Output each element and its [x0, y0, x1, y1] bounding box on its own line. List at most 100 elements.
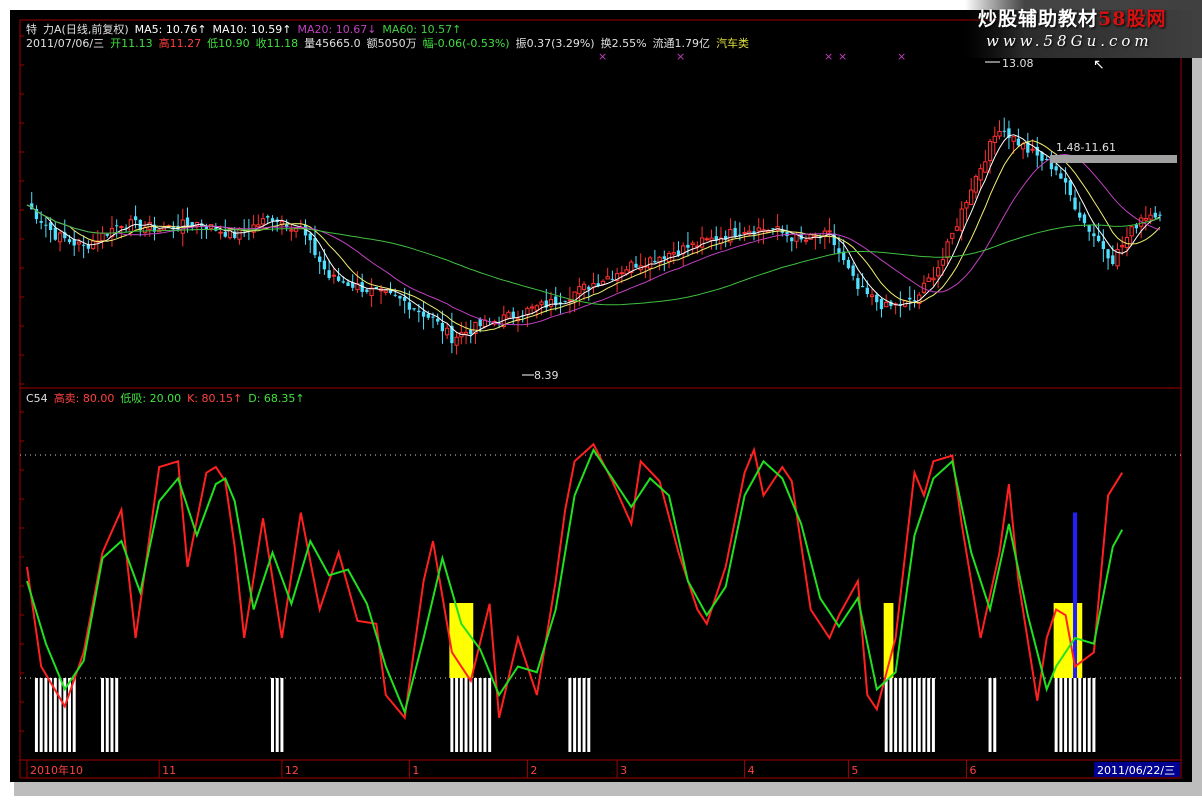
candle-body — [577, 286, 582, 295]
white-signal-bar — [464, 678, 468, 752]
white-signal-bar — [1087, 678, 1091, 752]
candle-body — [44, 224, 48, 226]
event-marker[interactable]: × — [824, 50, 833, 63]
event-marker[interactable]: × — [897, 50, 906, 63]
candle-body — [270, 218, 275, 221]
event-marker[interactable]: × — [598, 50, 607, 63]
time-axis-label: 11 — [162, 764, 176, 777]
candle-body — [690, 242, 695, 246]
candle-body — [699, 237, 705, 248]
white-signal-bar — [44, 678, 48, 752]
candle-body — [1092, 233, 1096, 237]
candle-body — [1068, 180, 1072, 196]
candle-body — [1011, 136, 1016, 142]
candle-body — [81, 244, 86, 246]
white-signal-bar — [573, 678, 577, 752]
white-signal-bar — [993, 678, 997, 752]
candle-body — [563, 300, 567, 302]
watermark-title: 炒股辅助教材58股网 — [978, 4, 1166, 31]
candle-body — [619, 272, 624, 275]
yellow-signal-bar — [888, 603, 894, 678]
white-signal-bar — [469, 678, 473, 752]
mouse-cursor-icon: ↖ — [1093, 56, 1105, 72]
event-marker[interactable]: × — [676, 50, 685, 63]
event-marker[interactable]: × — [838, 50, 847, 63]
white-signal-bar — [577, 678, 581, 752]
candle-body — [417, 310, 421, 313]
candle-body — [926, 277, 931, 282]
candle-body — [997, 130, 1002, 137]
candle-body — [1073, 197, 1077, 210]
white-signal-bar — [275, 678, 279, 752]
candle-body — [794, 234, 799, 242]
cursor-date-label: 2011/06/22/三 — [1097, 764, 1175, 777]
candle-body — [266, 216, 270, 218]
candle-body — [260, 218, 266, 225]
candle-body — [567, 299, 573, 302]
header-line-2-item-1: 开11.13 — [110, 37, 153, 50]
candle-body — [875, 294, 879, 303]
blue-signal-bar — [1073, 512, 1078, 678]
white-signal-bar — [1092, 678, 1096, 752]
white-signal-bar — [898, 678, 902, 752]
time-axis-label: 2010年10 — [30, 763, 83, 777]
header-line-2-item-5: 量45665.0 — [304, 37, 361, 50]
white-signal-bar — [478, 678, 482, 752]
watermark-title-prefix: 炒股辅助教材 — [978, 8, 1099, 30]
white-signal-bar — [115, 678, 119, 752]
white-signal-bar — [455, 678, 459, 752]
candle-body — [39, 221, 43, 223]
kdj-header-item-0: C54 — [26, 392, 48, 405]
candle-body — [733, 227, 737, 237]
candle-body — [1124, 237, 1130, 249]
header-line-2-item-4: 收11.18 — [256, 36, 299, 50]
candle-body — [308, 233, 312, 241]
candle-body — [67, 239, 72, 243]
candle-body — [454, 336, 459, 346]
header-line-2-item-0: 2011/07/06/三 — [26, 37, 104, 50]
white-signal-bar — [488, 678, 492, 752]
time-axis-label: 2 — [530, 764, 537, 777]
candle-body — [969, 189, 974, 205]
candle-body — [959, 208, 964, 231]
candle-body — [983, 161, 988, 173]
header-line-1-item-4: MA20: 10.67↓ — [297, 23, 376, 36]
candle-body — [445, 327, 450, 336]
candle-body — [1002, 130, 1006, 132]
candle-body — [1106, 249, 1110, 259]
candle-body — [662, 256, 666, 259]
candle-body — [313, 238, 317, 256]
time-axis-label: 6 — [969, 764, 976, 777]
white-signal-bar — [931, 678, 935, 752]
candle-body — [846, 259, 851, 269]
header-line-2-item-10: 流通1.79亿 — [653, 36, 711, 50]
white-signal-bar — [922, 678, 926, 752]
candle-body — [407, 302, 412, 310]
white-signal-bar — [483, 678, 487, 752]
white-signal-bar — [908, 678, 912, 752]
header-line-2-item-9: 换2.55% — [601, 36, 647, 50]
candle-body — [53, 227, 57, 240]
candle-body — [1082, 214, 1087, 224]
candle-body — [289, 229, 294, 232]
candle-body — [327, 270, 331, 279]
candle-body — [1063, 178, 1068, 183]
low-price-label: 8.39 — [534, 369, 559, 382]
chart-canvas[interactable]: × × × × × 13.08 8.39 1.48-11.61 特力A(日线,前… — [0, 0, 1202, 800]
candle-body — [1096, 235, 1101, 242]
white-signal-bar — [1059, 678, 1063, 752]
candle-body — [964, 201, 969, 209]
candle-body — [463, 331, 469, 335]
white-signal-bar — [913, 678, 917, 752]
candle-body — [808, 234, 813, 240]
candle-body — [931, 277, 936, 281]
time-axis-label: 4 — [748, 764, 755, 777]
candle-body — [318, 256, 322, 262]
header-line-2-item-6: 额5050万 — [367, 37, 417, 50]
candle-body — [973, 175, 979, 193]
yellow-signal-bar — [463, 603, 469, 678]
candle-body — [336, 276, 341, 281]
high-price-label: 13.08 — [1002, 57, 1034, 70]
candle-body — [115, 225, 119, 227]
white-signal-bar — [49, 678, 53, 752]
